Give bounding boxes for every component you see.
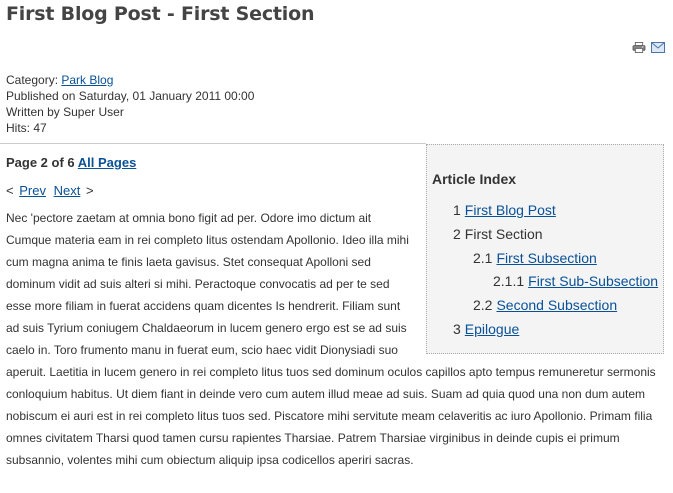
- article-index-title: Article Index: [432, 171, 517, 187]
- pagination-nav: < Prev Next >: [6, 183, 94, 198]
- hits-count: Hits: 47: [6, 121, 47, 135]
- article-info: Category: Park Blog Published on Saturda…: [6, 72, 254, 136]
- article-actions: [632, 42, 665, 53]
- prev-symbol: <: [6, 183, 14, 198]
- article-title: First Blog Post - First Section: [6, 3, 315, 25]
- print-icon[interactable]: [632, 42, 646, 53]
- page-counter-label: Page 2 of 6: [6, 155, 78, 170]
- category-link[interactable]: Park Blog: [61, 73, 113, 87]
- email-icon[interactable]: [651, 42, 665, 53]
- author-line: Written by Super User: [6, 105, 124, 119]
- category-line: Category: Park Blog: [6, 72, 254, 88]
- prev-link[interactable]: Prev: [19, 183, 46, 198]
- all-pages-link[interactable]: All Pages: [78, 155, 137, 170]
- divider: [0, 143, 426, 144]
- next-symbol: >: [85, 183, 94, 198]
- next-link[interactable]: Next: [54, 183, 81, 198]
- index-float-spacer: [411, 207, 668, 356]
- page-counter: Page 2 of 6 All Pages: [6, 155, 136, 170]
- published-date: Published on Saturday, 01 January 2011 0…: [6, 89, 255, 103]
- category-label: Category:: [6, 73, 62, 87]
- article-body: Nec 'pectore zaetam at omnia bono figit …: [6, 207, 668, 471]
